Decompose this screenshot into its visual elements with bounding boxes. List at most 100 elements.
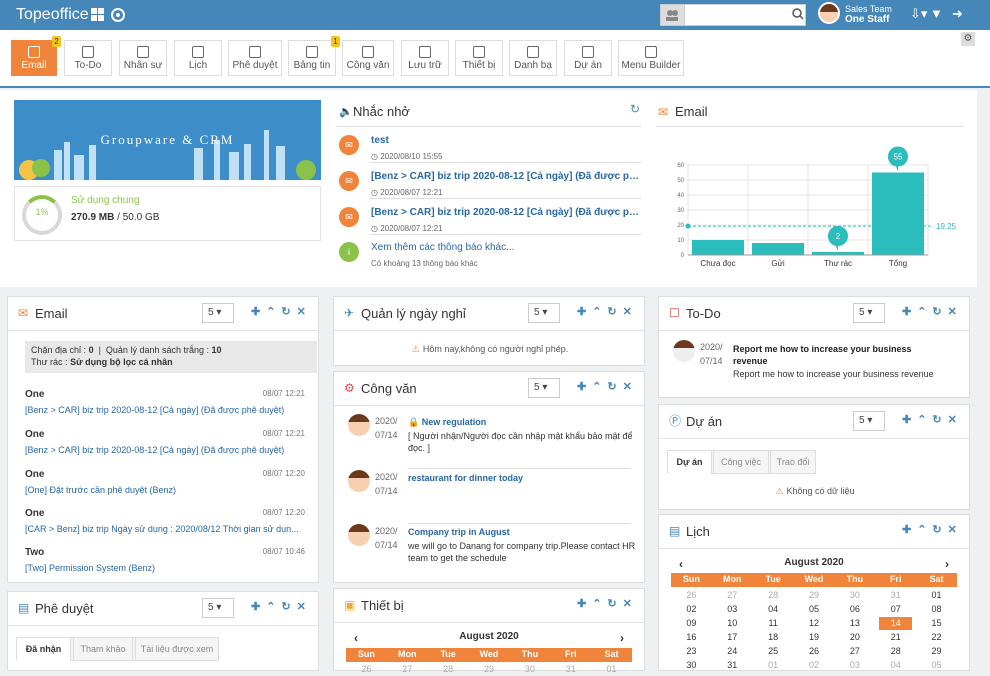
calendar-day[interactable]: 01 (757, 659, 790, 672)
calendar-day[interactable]: 26 (350, 663, 383, 676)
calendar-day[interactable]: 25 (757, 645, 790, 658)
calendar-day[interactable]: 06 (838, 603, 871, 616)
calendar-day[interactable]: 16 (675, 631, 708, 644)
search-icon[interactable] (792, 8, 804, 23)
module-devices[interactable]: Thiết bị (455, 40, 503, 76)
calendar-day[interactable]: 02 (798, 659, 831, 672)
calendar-day[interactable]: 28 (879, 645, 912, 658)
calendar-day[interactable]: 30 (675, 659, 708, 672)
calendar-day[interactable]: 30 (838, 589, 871, 602)
module-storage[interactable]: Lưu trữ (401, 40, 449, 76)
page-size-select[interactable]: 5 ▾ (202, 303, 234, 323)
calendar-day[interactable]: 13 (838, 617, 871, 630)
page-size-select[interactable]: 5 ▾ (528, 378, 560, 398)
panel-controls[interactable]: ✚⌃↻✕ (577, 306, 638, 318)
calendar-day[interactable]: 09 (675, 617, 708, 630)
calendar-day[interactable]: 27 (838, 645, 871, 658)
app-logo[interactable]: Topeoffice (16, 6, 89, 24)
calendar-day[interactable]: 26 (798, 645, 831, 658)
calendar-day[interactable]: 05 (920, 659, 953, 672)
reminder-title[interactable]: [Benz > CAR] biz trip 2020-08-12 [Cả ngà… (371, 171, 641, 182)
user-dropdown-icon[interactable]: ▼ (930, 7, 943, 21)
calendar-day[interactable]: 21 (879, 631, 912, 644)
calendar-day[interactable]: 22 (920, 631, 953, 644)
next-month-icon[interactable]: › (945, 557, 949, 571)
calendar-day[interactable]: 29 (920, 645, 953, 658)
panel-controls[interactable]: ✚⌃↻✕ (577, 381, 638, 393)
module-menu-builder[interactable]: Menu Builder (618, 40, 684, 76)
tab-tasks[interactable]: Công việc (713, 450, 769, 474)
calendar-day[interactable]: 23 (675, 645, 708, 658)
reminder-title[interactable]: [Benz > CAR] biz trip 2020-08-12 [Cả ngà… (371, 207, 641, 218)
search-box[interactable] (660, 4, 806, 26)
panel-controls[interactable]: ✚⌃↻✕ (251, 306, 312, 318)
doc-title[interactable]: 🔒 New regulation (408, 417, 638, 428)
settings-gear-icon[interactable]: ⚙ (961, 32, 975, 46)
refresh-icon[interactable]: ↻ (630, 102, 640, 116)
calendar-day[interactable]: 15 (920, 617, 953, 630)
panel-controls[interactable]: ✚⌃↻✕ (902, 524, 963, 536)
people-filter-icon[interactable] (661, 5, 685, 25)
calendar-day[interactable]: 03 (838, 659, 871, 672)
calendar-day[interactable]: 04 (757, 603, 790, 616)
page-size-select[interactable]: 5 ▾ (853, 303, 885, 323)
avatar[interactable] (818, 2, 840, 24)
calendar-day[interactable]: 18 (757, 631, 790, 644)
calendar-day[interactable]: 10 (716, 617, 749, 630)
calendar-day[interactable]: 24 (716, 645, 749, 658)
calendar-day[interactable]: 14 (879, 617, 913, 630)
calendar-day[interactable]: 29 (798, 589, 831, 602)
reminder-title[interactable]: test (371, 135, 641, 146)
calendar-day[interactable]: 31 (716, 659, 749, 672)
calendar-day[interactable]: 01 (920, 589, 953, 602)
calendar-day[interactable]: 28 (432, 663, 465, 676)
calendar-day[interactable]: 30 (513, 663, 546, 676)
tab-projects[interactable]: Dự án (667, 450, 712, 474)
calendar-day[interactable]: 29 (473, 663, 506, 676)
module-todo[interactable]: To-Do (64, 40, 112, 76)
todo-title[interactable]: Report me how to increase your business … (733, 343, 948, 367)
more-link[interactable]: Xem thêm các thông báo khác... (371, 242, 641, 253)
doc-title[interactable]: restaurant for dinner today (408, 473, 638, 483)
module-board[interactable]: Bảng tin 1 (288, 36, 340, 76)
calendar-day[interactable]: 20 (838, 631, 871, 644)
calendar-day[interactable]: 27 (391, 663, 424, 676)
calendar-day[interactable]: 31 (554, 663, 587, 676)
calendar-day[interactable]: 07 (879, 603, 912, 616)
calendar-day[interactable]: 12 (798, 617, 831, 630)
calendar-day[interactable]: 02 (675, 603, 708, 616)
module-calendar[interactable]: Lịch (174, 40, 222, 76)
calendar-day[interactable]: 04 (879, 659, 912, 672)
download-icon[interactable]: ⇩▾ (910, 7, 927, 21)
doc-title[interactable]: Company trip in August (408, 527, 638, 537)
app-menu-icon[interactable] (91, 8, 127, 25)
calendar-day[interactable]: 28 (757, 589, 790, 602)
tab-received[interactable]: Đã nhận (16, 637, 71, 661)
panel-controls[interactable]: ✚⌃↻✕ (902, 306, 963, 318)
logout-icon[interactable]: ➜ (952, 7, 963, 21)
search-input[interactable] (687, 6, 787, 23)
calendar-day[interactable]: 08 (920, 603, 953, 616)
calendar-day[interactable]: 26 (675, 589, 708, 602)
module-projects[interactable]: Dự án (564, 40, 612, 76)
tab-viewed-docs[interactable]: Tài liệu được xem (135, 637, 219, 661)
module-hr[interactable]: Nhân sự (119, 40, 167, 76)
panel-controls[interactable]: ✚⌃↻✕ (902, 414, 963, 426)
calendar-day[interactable]: 11 (757, 617, 790, 630)
module-documents[interactable]: Công văn (342, 40, 394, 76)
next-month-icon[interactable]: › (620, 631, 624, 645)
calendar-day[interactable]: 05 (798, 603, 831, 616)
tab-reference[interactable]: Tham khảo (73, 637, 133, 661)
panel-controls[interactable]: ✚⌃↻✕ (577, 598, 638, 610)
module-email[interactable]: Email 2 (11, 36, 61, 76)
calendar-day[interactable]: 17 (716, 631, 749, 644)
tab-discussion[interactable]: Trao đổi (770, 450, 816, 474)
module-contacts[interactable]: Danh bạ (509, 40, 557, 76)
module-approval[interactable]: Phê duyệt (228, 40, 282, 76)
page-size-select[interactable]: 5 ▾ (853, 411, 885, 431)
calendar-day[interactable]: 03 (716, 603, 749, 616)
calendar-day[interactable]: 31 (879, 589, 912, 602)
calendar-day[interactable]: 19 (798, 631, 831, 644)
page-size-select[interactable]: 5 ▾ (528, 303, 560, 323)
calendar-day[interactable]: 01 (595, 663, 628, 676)
